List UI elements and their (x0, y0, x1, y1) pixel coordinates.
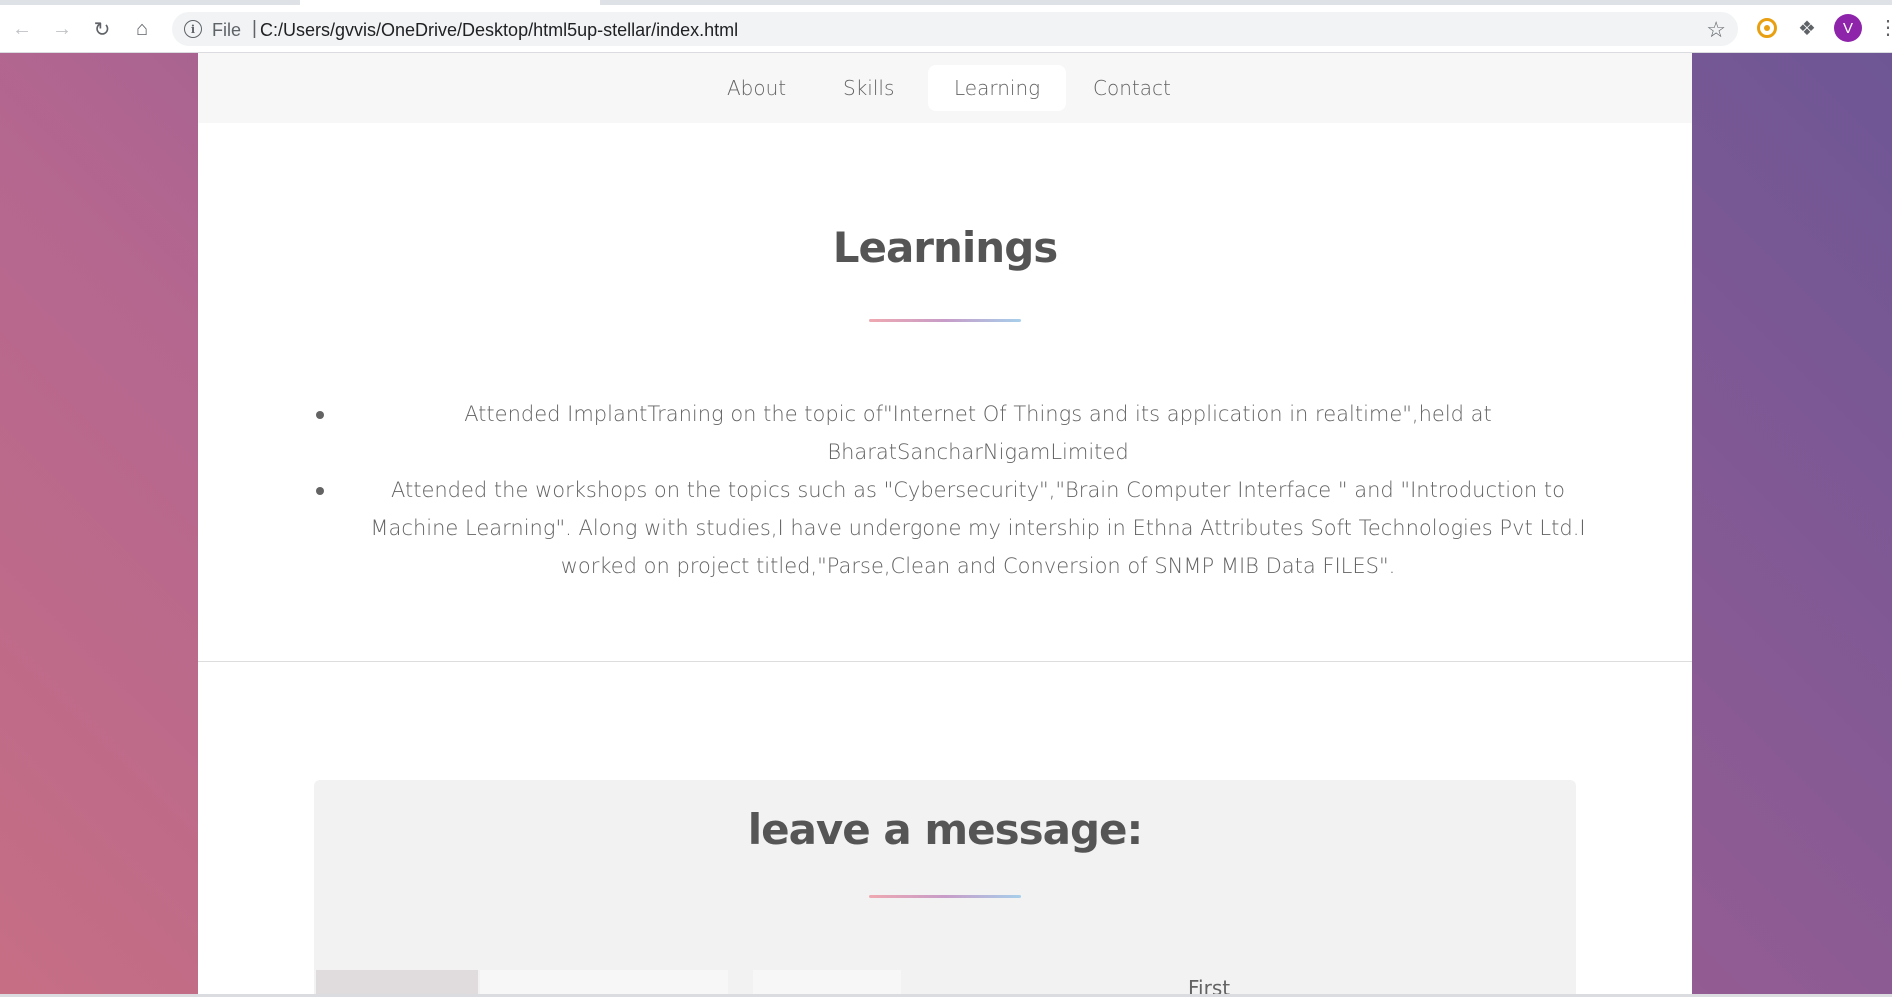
form-input[interactable] (753, 970, 901, 997)
scheme-label: File (212, 20, 242, 40)
section-divider (198, 661, 1692, 662)
bookmark-star-icon[interactable]: ☆ (1706, 17, 1726, 43)
tab-strip (0, 0, 1892, 5)
address-bar[interactable]: i File | C:/Users/gvvis/OneDrive/Desktop… (172, 12, 1738, 46)
puzzle-icon[interactable]: ❖ (1794, 15, 1820, 41)
learning-item-text: Attended ImplantTraning on the topic of"… (464, 402, 1492, 464)
back-icon[interactable]: ← (8, 15, 36, 43)
home-icon[interactable]: ⌂ (128, 15, 156, 43)
nav-contact[interactable]: Contact (1067, 65, 1197, 111)
browser-toolbar: ← → ↻ ⌂ i File | C:/Users/gvvis/OneDrive… (0, 0, 1892, 53)
extension-icon[interactable] (1754, 15, 1780, 41)
message-form-panel: leave a message: First (314, 780, 1576, 997)
form-input[interactable] (316, 970, 478, 997)
reload-icon[interactable]: ↻ (88, 15, 116, 43)
main-wrapper: About Skills Learning Contact Learnings … (198, 53, 1692, 997)
url-text[interactable]: C:/Users/gvvis/OneDrive/Desktop/html5up-… (260, 20, 738, 41)
active-tab[interactable] (300, 0, 600, 5)
form-input[interactable] (480, 970, 728, 997)
bullet-icon (316, 487, 324, 495)
menu-kebab-icon[interactable]: ⋮ (1878, 15, 1892, 40)
site-nav: About Skills Learning Contact (198, 53, 1692, 123)
list-item: Attended ImplantTraning on the topic of"… (308, 395, 1608, 471)
message-title: leave a message: (747, 805, 1144, 854)
list-item: Attended the workshops on the topics suc… (308, 471, 1608, 585)
bullet-icon (316, 411, 324, 419)
nav-skills[interactable]: Skills (817, 65, 920, 111)
nav-learning[interactable]: Learning (928, 65, 1067, 111)
scheme-separator: | (252, 18, 257, 39)
nav-about[interactable]: About (701, 65, 812, 111)
message-title-underline (869, 895, 1021, 898)
avatar[interactable]: V (1834, 14, 1862, 42)
learnings-list: Attended ImplantTraning on the topic of"… (308, 395, 1608, 585)
learning-item-text: Attended the workshops on the topics suc… (370, 478, 1586, 578)
learnings-title: Learnings (832, 223, 1059, 272)
title-underline (869, 319, 1021, 322)
forward-icon[interactable]: → (48, 15, 76, 43)
info-icon[interactable]: i (184, 20, 202, 38)
